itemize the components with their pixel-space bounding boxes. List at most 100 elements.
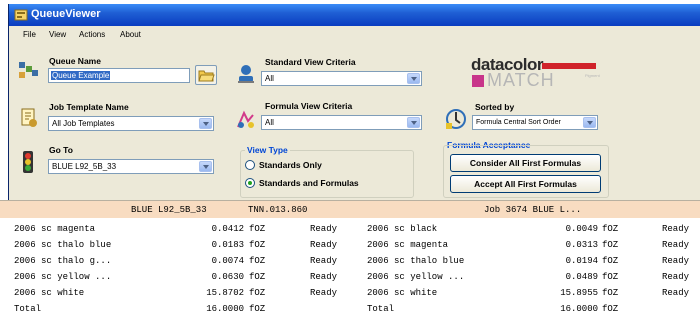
left-row-0-unit: fOZ — [249, 224, 266, 234]
left-row-2-amount: 0.0074 — [211, 256, 244, 266]
left-row-0-status: Ready — [310, 224, 338, 234]
right-row-4-status: Ready — [662, 288, 690, 298]
standard-view-select[interactable]: All — [261, 71, 422, 86]
job-template-icon — [21, 108, 37, 127]
right-total-amount: 16.0000 — [560, 304, 598, 314]
logo-product: MATCH — [487, 70, 555, 90]
left-row-0-amount: 0.0412 — [211, 224, 244, 234]
standard-view-icon — [238, 65, 254, 83]
menu-view[interactable]: View — [49, 30, 66, 39]
left-total-amount: 16.0000 — [206, 304, 244, 314]
left-row-1-amount: 0.0183 — [211, 240, 244, 250]
menu-actions[interactable]: Actions — [79, 30, 105, 39]
left-row-4-status: Ready — [310, 288, 338, 298]
right-row-4-amount: 15.8955 — [560, 288, 598, 298]
job-template-label: Job Template Name — [49, 102, 129, 112]
right-row-4-unit: fOZ — [602, 288, 619, 298]
logo-red-bar — [542, 63, 596, 69]
left-row-0-name: 2006 sc magenta — [14, 224, 96, 234]
right-row-0-name: 2006 sc black — [367, 224, 438, 234]
grid-header-formula: TNN.013.860 — [248, 205, 308, 215]
open-queue-button[interactable] — [195, 65, 217, 85]
left-total-label: Total — [14, 304, 42, 314]
right-row-0-amount: 0.0049 — [565, 224, 598, 234]
radio-circle-selected[interactable] — [245, 178, 255, 188]
chevron-down-icon[interactable] — [407, 73, 420, 84]
grid-header-job: Job 3674 BLUE L... — [484, 205, 582, 215]
left-row-4-amount: 15.8702 — [206, 288, 244, 298]
traffic-light-icon — [23, 151, 33, 173]
left-row-2-unit: fOZ — [249, 256, 266, 266]
right-row-3-unit: fOZ — [602, 272, 619, 282]
right-row-1-name: 2006 sc magenta — [367, 240, 449, 250]
queue-name-value: Queue Example — [51, 71, 111, 80]
title-bar[interactable]: QueueViewer — [9, 4, 700, 26]
left-total-unit: fOZ — [249, 304, 266, 314]
menu-file[interactable]: File — [23, 30, 36, 39]
logo-square — [472, 75, 484, 87]
sort-icon — [446, 109, 466, 129]
job-template-select[interactable]: All Job Templates — [48, 116, 214, 131]
menu-about[interactable]: About — [120, 30, 141, 39]
grid-header-row[interactable]: BLUE L92_5B_33 TNN.013.860 Job 3674 BLUE… — [0, 200, 700, 218]
standard-view-label: Standard View Criteria — [265, 57, 356, 67]
formula-view-icon — [237, 110, 254, 128]
right-row-4-name: 2006 sc white — [367, 288, 438, 298]
view-type-group — [240, 150, 414, 198]
go-to-label: Go To — [49, 145, 73, 155]
menu-bar: File View Actions About — [9, 27, 700, 44]
formula-view-label: Formula View Criteria — [265, 101, 353, 111]
left-row-1-unit: fOZ — [249, 240, 266, 250]
right-row-0-unit: fOZ — [602, 224, 619, 234]
queue-name-field[interactable]: Queue Example — [48, 68, 190, 83]
radio-standards-only-label: Standards Only — [259, 160, 322, 170]
left-row-4-unit: fOZ — [249, 288, 266, 298]
queue-icon — [19, 62, 38, 78]
folder-icon — [198, 70, 215, 82]
right-total-unit: fOZ — [602, 304, 619, 314]
radio-circle[interactable] — [245, 160, 255, 170]
app-icon — [14, 9, 28, 21]
chevron-down-icon[interactable] — [583, 117, 596, 128]
left-row-1-status: Ready — [310, 240, 338, 250]
right-row-1-unit: fOZ — [602, 240, 619, 250]
right-row-2-name: 2006 sc thalo blue — [367, 256, 465, 266]
right-row-1-status: Ready — [662, 240, 690, 250]
left-row-3-name: 2006 sc yellow ... — [14, 272, 112, 282]
view-type-title: View Type — [245, 145, 290, 155]
left-row-4-name: 2006 sc white — [14, 288, 85, 298]
sorted-by-select[interactable]: Formula Central Sort Order — [472, 115, 598, 130]
grid-header-standard: BLUE L92_5B_33 — [131, 205, 207, 215]
formula-view-select[interactable]: All — [261, 115, 422, 130]
accept-all-first-formulas-button[interactable]: Accept All First Formulas — [450, 175, 601, 193]
chevron-down-icon[interactable] — [199, 118, 212, 129]
formula-view-value: All — [265, 118, 274, 127]
window-title: QueueViewer — [31, 8, 101, 20]
left-row-3-unit: fOZ — [249, 272, 266, 282]
chevron-down-icon[interactable] — [407, 117, 420, 128]
left-row-3-status: Ready — [310, 272, 338, 282]
right-row-2-status: Ready — [662, 256, 690, 266]
right-row-3-amount: 0.0489 — [565, 272, 598, 282]
right-row-0-status: Ready — [662, 224, 690, 234]
queue-name-label: Queue Name — [49, 56, 101, 66]
chevron-down-icon[interactable] — [199, 161, 212, 172]
left-row-2-name: 2006 sc thalo g... — [14, 256, 112, 266]
job-template-value: All Job Templates — [52, 119, 115, 128]
left-row-3-amount: 0.0630 — [211, 272, 244, 282]
left-row-2-status: Ready — [310, 256, 338, 266]
radio-standards-and-formulas-label: Standards and Formulas — [259, 178, 359, 188]
right-row-2-unit: fOZ — [602, 256, 619, 266]
consider-all-first-formulas-button[interactable]: Consider All First Formulas — [450, 154, 601, 172]
right-total-label: Total — [367, 304, 395, 314]
right-row-2-amount: 0.0194 — [565, 256, 598, 266]
right-row-3-status: Ready — [662, 272, 690, 282]
logo-tag: Pigment — [585, 73, 600, 78]
go-to-select[interactable]: BLUE L92_5B_33 — [48, 159, 214, 174]
right-row-1-amount: 0.0313 — [565, 240, 598, 250]
formula-grid: BLUE L92_5B_33 TNN.013.860 Job 3674 BLUE… — [0, 200, 700, 323]
sorted-by-value: Formula Central Sort Order — [476, 119, 561, 126]
sorted-by-label: Sorted by — [475, 102, 515, 112]
right-row-3-name: 2006 sc yellow ... — [367, 272, 465, 282]
standard-view-value: All — [265, 74, 274, 83]
